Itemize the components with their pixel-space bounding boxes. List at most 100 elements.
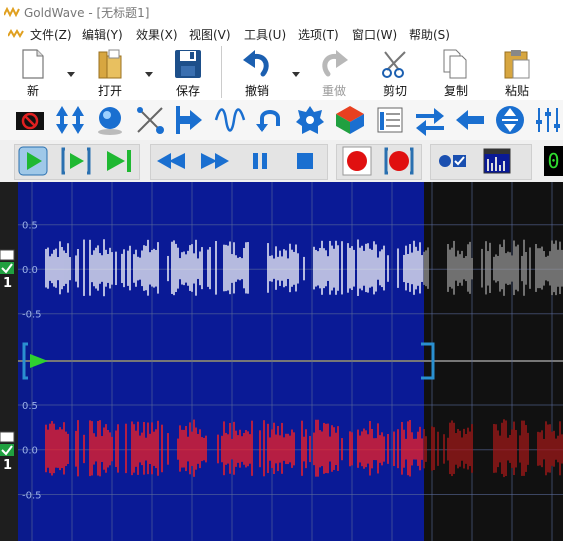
channel-1-controls: 1	[0, 248, 18, 294]
redo-button[interactable]: 重做	[308, 46, 360, 100]
stop-icon	[297, 153, 313, 169]
goldwave-icon	[4, 6, 20, 18]
sine-wave-button[interactable]	[214, 104, 246, 136]
visual-display-button[interactable]	[481, 145, 513, 177]
amplitude-tick-label: -0.5	[22, 490, 42, 501]
record-selection-button[interactable]	[383, 145, 415, 177]
volume-center-icon	[496, 106, 524, 134]
waveform-view[interactable]: 0.5 0.0 -0.5 0.5 0.0 -0.5 1 1	[0, 182, 563, 541]
new-dropdown-arrow[interactable]	[67, 70, 75, 78]
channel-2-number: 1	[3, 458, 13, 473]
mixer-sliders-button[interactable]	[534, 104, 563, 136]
sine-wave-icon	[214, 108, 246, 132]
arrow-left-button[interactable]	[454, 104, 486, 136]
swap-channels-button[interactable]	[414, 104, 446, 136]
sphere-icon	[98, 107, 122, 135]
time-counter: 0	[544, 146, 563, 176]
fast-forward-icon	[201, 153, 229, 169]
loop-back-button[interactable]	[254, 104, 286, 136]
title-bar: GoldWave - [无标题1]	[0, 0, 563, 24]
rewind-button[interactable]	[155, 145, 187, 177]
main-toolbar: 新 打开 保存 撤销 重做 剪切 复制 粘贴	[0, 44, 563, 100]
sphere-button[interactable]	[94, 104, 126, 136]
cut-label: 剪切	[382, 84, 407, 98]
amplitude-tick-label: 0.0	[22, 265, 38, 276]
undo-button[interactable]: 撤销	[231, 46, 283, 100]
toolbar-separator	[221, 46, 222, 98]
open-dropdown-arrow[interactable]	[145, 70, 153, 78]
play-from-cursor-icon	[107, 150, 131, 172]
redo-label: 重做	[321, 84, 346, 98]
amplitude-tick-label: 0.5	[22, 221, 38, 232]
undo-dropdown-arrow[interactable]	[292, 70, 300, 78]
visual-display-icon	[483, 148, 511, 174]
play-all-icon	[18, 146, 48, 176]
save-label: 保存	[175, 84, 200, 98]
device-controls-button[interactable]	[436, 145, 468, 177]
menu-edit[interactable]: 编辑(Y)	[82, 26, 123, 43]
copy-button[interactable]: 复制	[430, 46, 482, 100]
record-button[interactable]	[341, 145, 373, 177]
copy-icon	[443, 49, 467, 79]
gear-blue-icon	[296, 106, 324, 134]
volume-center-button[interactable]	[494, 104, 526, 136]
cut-button[interactable]: 剪切	[369, 46, 421, 100]
new-document-icon	[22, 49, 44, 79]
play-all-button[interactable]	[17, 145, 49, 177]
play-selection-button[interactable]	[60, 145, 92, 177]
channel-1-number: 1	[3, 276, 13, 291]
channel-2-controls: 1	[0, 430, 18, 476]
open-folder-icon	[98, 49, 122, 79]
resize-arrows-icon	[56, 106, 84, 134]
crossfade-icon	[137, 107, 164, 134]
mute-button[interactable]	[14, 104, 46, 136]
open-button[interactable]: 打开	[84, 46, 136, 100]
cube-button[interactable]	[334, 104, 366, 136]
undo-icon	[243, 50, 269, 77]
amplitude-tick-label: 0.0	[22, 446, 38, 457]
save-disk-icon	[175, 50, 201, 78]
fast-forward-button[interactable]	[199, 145, 231, 177]
equalizer-list-button[interactable]	[374, 104, 406, 136]
open-label: 打开	[97, 84, 122, 98]
channel-1-select-box[interactable]	[0, 249, 15, 261]
waveform-canvas[interactable]: 0.5 0.0 -0.5 0.5 0.0 -0.5	[0, 182, 563, 541]
device-controls-icon	[439, 155, 466, 167]
menu-file[interactable]: 文件(Z)	[30, 26, 72, 43]
menu-options[interactable]: 选项(T)	[298, 26, 339, 43]
amplitude-tick-label: -0.5	[22, 310, 42, 321]
crossfade-button[interactable]	[134, 104, 166, 136]
menu-view[interactable]: 视图(V)	[189, 26, 231, 43]
channel-2-select-box[interactable]	[0, 431, 15, 443]
stop-button[interactable]	[288, 145, 320, 177]
menu-bar: 文件(Z) 编辑(Y) 效果(X) 视图(V) 工具(U) 选项(T) 窗口(W…	[0, 24, 563, 44]
play-selection-icon	[61, 147, 91, 175]
window-title: GoldWave - [无标题1]	[24, 6, 150, 20]
resize-button[interactable]	[54, 104, 86, 136]
gear-button[interactable]	[294, 104, 326, 136]
menu-tools[interactable]: 工具(U)	[244, 26, 286, 43]
copy-label: 复制	[443, 84, 468, 98]
time-warp-button[interactable]	[174, 104, 206, 136]
menu-app-icon[interactable]	[8, 28, 24, 40]
cube-color-icon	[336, 106, 364, 134]
paste-label: 粘贴	[504, 84, 529, 98]
equalizer-list-icon	[377, 107, 403, 133]
menu-help[interactable]: 帮助(S)	[409, 26, 450, 43]
effects-toolbar	[0, 100, 563, 140]
new-button[interactable]: 新	[7, 46, 59, 100]
scissors-icon	[382, 51, 406, 78]
time-warp-icon	[176, 106, 202, 134]
menu-effects[interactable]: 效果(X)	[136, 26, 178, 43]
save-button[interactable]: 保存	[162, 46, 214, 100]
loop-back-icon	[256, 110, 280, 132]
record-selection-icon	[384, 147, 414, 175]
paste-button[interactable]: 粘贴	[491, 46, 543, 100]
swap-channels-icon	[416, 108, 444, 136]
redo-icon	[322, 50, 348, 77]
pause-button[interactable]	[244, 145, 276, 177]
channel-divider	[18, 360, 563, 362]
play-from-cursor-button[interactable]	[103, 145, 135, 177]
mute-icon	[16, 112, 44, 130]
menu-window[interactable]: 窗口(W)	[352, 26, 397, 43]
